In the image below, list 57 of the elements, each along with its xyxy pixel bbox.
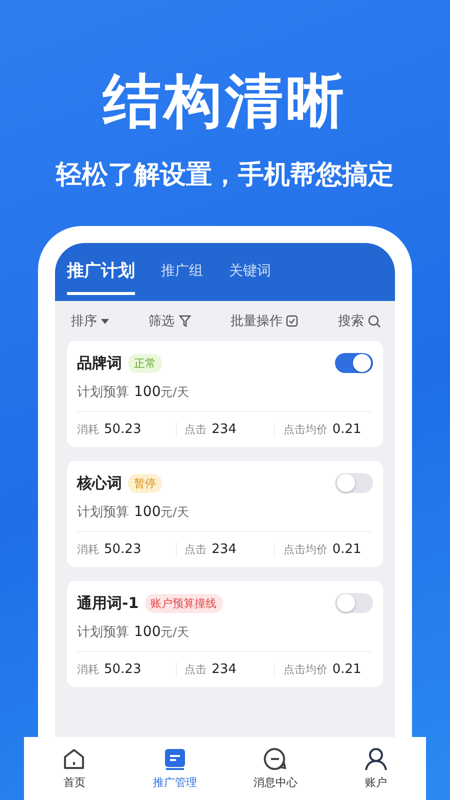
user-icon — [364, 747, 388, 771]
toolbar-label[interactable]: 批量操作 — [230, 312, 282, 330]
status-tag: 暂停 — [128, 474, 162, 492]
budget-value: 100元/天 — [134, 504, 189, 520]
plan-card[interactable]: 通用词-1 账户预算撞线 计划预算 100元/天 消耗 50.23 点击 234 点击均价 0.21 — [67, 581, 383, 687]
stat-label: 点击均价 — [283, 422, 328, 437]
subtitle: 轻松了解设置，手机帮您搞定 — [54, 159, 395, 192]
home-icon — [62, 747, 86, 771]
nav-item[interactable]: 消息中心 — [225, 737, 326, 800]
stat-value: 234 — [212, 662, 236, 677]
toggle-switch[interactable] — [335, 473, 373, 493]
stat-value: 50.23 — [104, 422, 142, 437]
plan-name: 核心词 — [77, 474, 122, 492]
chat-bubble-icon — [263, 747, 288, 771]
plan-name: 品牌词 — [77, 354, 122, 372]
tab[interactable]: 推广组 — [161, 260, 203, 295]
toggle-switch[interactable] — [335, 593, 373, 613]
stat-label: 消耗 — [77, 422, 99, 437]
stat-value: 0.21 — [332, 542, 362, 557]
toolbar-label[interactable]: 搜索 — [338, 312, 364, 330]
stat-label: 点击 — [184, 662, 207, 677]
stat-label: 点击均价 — [283, 662, 328, 677]
toolbar-label[interactable]: 筛选 — [148, 312, 175, 330]
toolbar-label[interactable]: 排序 — [71, 312, 97, 330]
search-icon — [368, 314, 381, 328]
stat-value: 234 — [212, 422, 236, 437]
status-tag: 正常 — [128, 354, 162, 372]
filter-icon — [178, 315, 191, 327]
plan-card[interactable]: 核心词 暂停 计划预算 100元/天 消耗 50.23 点击 234 点击均价 0.21 — [67, 461, 383, 567]
caret-icon — [101, 318, 109, 324]
toggle-switch[interactable] — [335, 353, 373, 373]
stat-label: 消耗 — [77, 662, 99, 677]
plan-name: 通用词-1 — [77, 594, 139, 612]
nav-item[interactable]: 首页 — [24, 737, 124, 800]
budget-value: 100元/天 — [134, 384, 189, 400]
stat-value: 50.23 — [104, 662, 142, 677]
stat-label: 点击均价 — [283, 542, 328, 557]
checkbox-icon — [286, 315, 298, 327]
stat-value: 0.21 — [332, 422, 362, 437]
stat-value: 234 — [212, 542, 236, 557]
document-icon — [162, 747, 187, 771]
nav-item[interactable]: 账户 — [326, 737, 426, 800]
headline: 结构清晰 — [101, 66, 348, 136]
tab[interactable]: 推广计划 — [67, 260, 135, 295]
stat-label: 消耗 — [77, 542, 99, 557]
stat-label: 点击 — [184, 422, 207, 437]
budget-value: 100元/天 — [134, 624, 189, 640]
budget-label: 计划预算 — [77, 385, 129, 400]
nav-item[interactable]: 推广管理 — [124, 737, 225, 800]
stat-value: 0.21 — [332, 662, 362, 677]
budget-label: 计划预算 — [77, 625, 129, 640]
status-tag: 账户预算撞线 — [144, 594, 223, 612]
stat-value: 50.23 — [104, 542, 142, 557]
budget-label: 计划预算 — [77, 505, 129, 520]
tab[interactable]: 关键词 — [229, 260, 271, 295]
stat-label: 点击 — [184, 542, 207, 557]
plan-card[interactable]: 品牌词 正常 计划预算 100元/天 消耗 50.23 点击 234 点击均价 0.21 — [67, 341, 383, 447]
